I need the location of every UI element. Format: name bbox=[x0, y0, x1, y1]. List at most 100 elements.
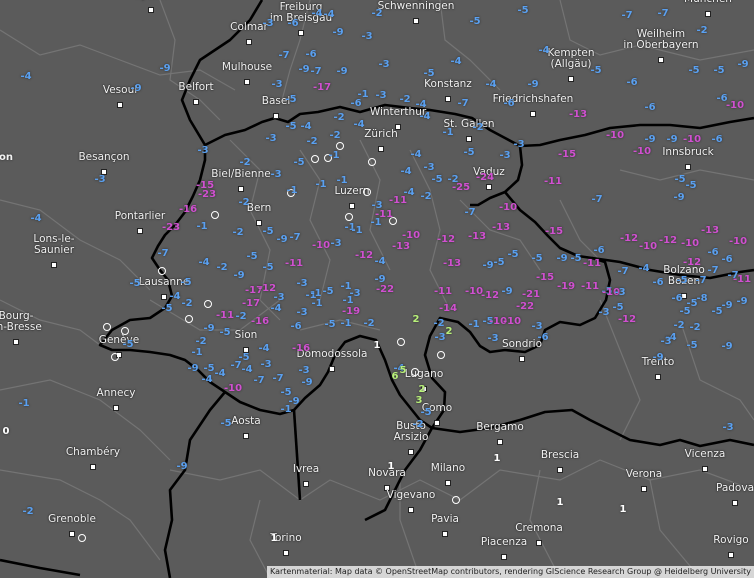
temperature-value: -4 bbox=[300, 121, 312, 132]
temperature-value: on bbox=[0, 152, 13, 163]
temperature-value: -4 bbox=[20, 71, 32, 82]
temperature-value: -1 bbox=[468, 319, 480, 330]
temperature-value: -2 bbox=[232, 227, 244, 238]
temperature-value: -10 bbox=[401, 230, 421, 241]
temperature-value: 0 bbox=[2, 426, 10, 437]
temperature-value: -1 bbox=[336, 175, 348, 186]
temperature-value: -3 bbox=[330, 238, 342, 249]
temperature-value: -2 bbox=[329, 130, 341, 141]
temperature-value: -9 bbox=[527, 79, 539, 90]
temperature-value: -25 bbox=[451, 182, 471, 193]
temperature-value: 1 bbox=[270, 533, 278, 544]
temperature-value: -12 bbox=[436, 234, 456, 245]
temperature-value: -5 bbox=[420, 407, 432, 418]
station-ring bbox=[78, 534, 86, 542]
temperature-value: -12 bbox=[619, 233, 639, 244]
city-label: Annecy bbox=[96, 387, 136, 399]
temperature-value: 2 bbox=[412, 314, 420, 325]
temperature-value: -6 bbox=[652, 277, 664, 288]
temperature-value: -3 bbox=[197, 145, 209, 156]
temperature-value: -22 bbox=[515, 301, 535, 312]
temperature-value: -12 bbox=[617, 314, 637, 325]
temperature-value: -21 bbox=[521, 289, 541, 300]
temperature-value: -4 bbox=[419, 111, 431, 122]
temperature-value: -2 bbox=[412, 419, 424, 430]
temperature-value: -4 bbox=[450, 56, 462, 67]
temperature-value: -5 bbox=[685, 180, 697, 191]
temperature-value: -13 bbox=[467, 231, 487, 242]
temperature-value: -5 bbox=[203, 363, 215, 374]
temperature-value: -3 bbox=[361, 31, 373, 42]
temperature-value: -1 bbox=[342, 295, 354, 306]
city-dot bbox=[705, 11, 711, 17]
temperature-value: -13 bbox=[442, 258, 462, 269]
station-ring bbox=[452, 496, 460, 504]
temperature-value: -1 bbox=[286, 185, 298, 196]
temperature-value: -3 bbox=[271, 79, 283, 90]
city-label: Verona bbox=[625, 468, 663, 480]
city-dot bbox=[13, 339, 19, 345]
temperature-value: -7 bbox=[621, 10, 633, 21]
city-dot bbox=[408, 507, 414, 513]
temperature-value: -4 bbox=[374, 256, 386, 267]
station-ring bbox=[111, 353, 119, 361]
temperature-value: -1 bbox=[442, 127, 454, 138]
city-label: Vicenza bbox=[684, 448, 726, 460]
temperature-value: -4 bbox=[30, 213, 42, 224]
temperature-value: -5 bbox=[262, 226, 274, 237]
temperature-value: -5 bbox=[324, 319, 336, 330]
temperature-value: -10 bbox=[498, 202, 518, 213]
city-dot bbox=[329, 366, 335, 372]
temperature-value: -6 bbox=[644, 102, 656, 113]
city-dot bbox=[568, 76, 574, 82]
temperature-value: -2 bbox=[433, 318, 445, 329]
temperature-value: -9 bbox=[301, 377, 313, 388]
city-dot bbox=[434, 420, 440, 426]
temperature-value: -5 bbox=[531, 253, 543, 264]
temperature-value: -1 bbox=[311, 298, 323, 309]
temperature-value: -5 bbox=[713, 65, 725, 76]
temperature-value: -6 bbox=[721, 254, 733, 265]
weather-map[interactable]: ÉpinalColmarFreiburg im BreisgauVillinge… bbox=[0, 0, 754, 578]
temperature-value: -7 bbox=[289, 232, 301, 243]
temperature-value: -17 bbox=[241, 298, 261, 309]
temperature-value: -10 bbox=[502, 316, 522, 327]
city-label: Chambéry bbox=[65, 446, 121, 458]
temperature-value: -15 bbox=[557, 149, 577, 160]
temperature-value: -9 bbox=[176, 461, 188, 472]
temperature-value: -9 bbox=[644, 134, 656, 145]
temperature-value: -9 bbox=[187, 363, 199, 374]
temperature-value: -9 bbox=[673, 192, 685, 203]
city-dot bbox=[658, 57, 664, 63]
station-ring bbox=[336, 142, 344, 150]
city-dot bbox=[486, 184, 492, 190]
city-dot bbox=[413, 18, 419, 24]
temperature-value: -6 bbox=[711, 134, 723, 145]
temperature-value: -5 bbox=[507, 249, 519, 260]
temperature-value: -12 bbox=[354, 250, 374, 261]
temperature-value: -6 bbox=[305, 49, 317, 60]
temperature-value: -1 bbox=[196, 221, 208, 232]
station-ring bbox=[397, 338, 405, 346]
temperature-value: -4 bbox=[258, 343, 270, 354]
temperature-value: -4 bbox=[638, 263, 650, 274]
city-label: Épinal bbox=[135, 0, 167, 1]
city-dot bbox=[655, 374, 661, 380]
temperature-value: -4 bbox=[198, 257, 210, 268]
city-dot bbox=[685, 164, 691, 170]
temperature-value: -3 bbox=[722, 422, 734, 433]
temperature-value: -4 bbox=[410, 149, 422, 160]
city-dot bbox=[244, 79, 250, 85]
temperature-value: -5 bbox=[219, 327, 231, 338]
temperature-value: -5 bbox=[285, 94, 297, 105]
city-label: Zürich bbox=[364, 128, 398, 140]
city-dot bbox=[243, 433, 249, 439]
temperature-value: -6 bbox=[626, 77, 638, 88]
city-dot bbox=[298, 30, 304, 36]
city-dot bbox=[238, 186, 244, 192]
city-label: Padova bbox=[715, 482, 754, 494]
temperature-value: -6 bbox=[287, 18, 299, 29]
city-dot bbox=[732, 500, 738, 506]
temperature-value: -2 bbox=[22, 506, 34, 517]
temperature-value: -13 bbox=[391, 241, 411, 252]
